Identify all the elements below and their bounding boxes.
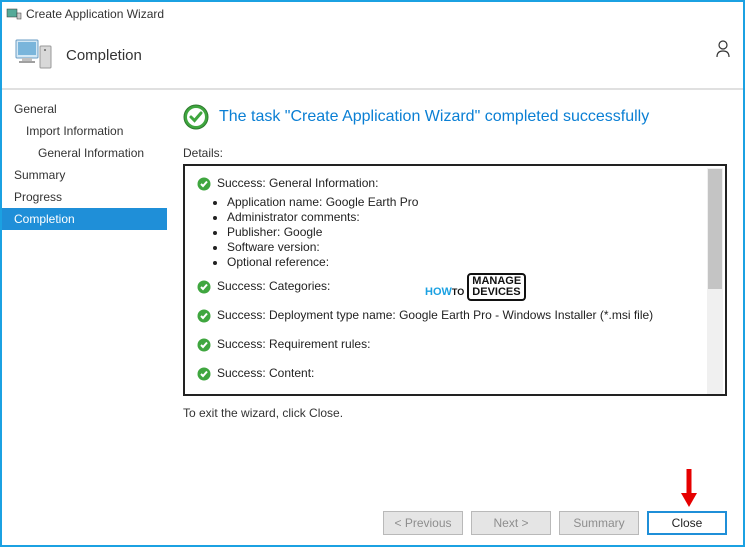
- list-item: Application name: Google Earth Pro: [227, 195, 713, 209]
- list-item: Administrator comments:: [227, 210, 713, 224]
- list-item: Software version:: [227, 240, 713, 254]
- next-button: Next >: [471, 511, 551, 535]
- footer-buttons: < Previous Next > Summary Close: [383, 511, 727, 535]
- computer-icon: [14, 36, 54, 74]
- success-requirements: Success: Requirement rules:: [197, 337, 713, 352]
- arrow-annotation-icon: [679, 467, 699, 507]
- titlebar: Create Application Wizard: [2, 2, 743, 26]
- sidebar-item-progress[interactable]: Progress: [2, 186, 167, 208]
- sidebar-item-general[interactable]: General: [2, 98, 167, 120]
- general-info-list: Application name: Google Earth Pro Admin…: [227, 195, 713, 269]
- summary-button: Summary: [559, 511, 639, 535]
- check-icon: [197, 280, 211, 294]
- close-button[interactable]: Close: [647, 511, 727, 535]
- watermark: HOWTO MANAGEDEVICES: [425, 273, 526, 301]
- check-icon: [197, 367, 211, 381]
- details-label: Details:: [183, 146, 727, 160]
- sidebar: General Import Information General Infor…: [2, 90, 167, 510]
- success-check-icon: [183, 104, 209, 130]
- details-box: HOWTO MANAGEDEVICES Success: General Inf…: [183, 164, 727, 396]
- success-deployment-label: Success: Deployment type name: Google Ea…: [217, 308, 653, 322]
- check-icon: [197, 309, 211, 323]
- success-content-label: Success: Content:: [217, 366, 314, 380]
- success-requirements-label: Success: Requirement rules:: [217, 337, 370, 351]
- list-item: Optional reference:: [227, 255, 713, 269]
- success-message: The task "Create Application Wizard" com…: [219, 108, 649, 126]
- sidebar-item-summary[interactable]: Summary: [2, 164, 167, 186]
- app-icon: [6, 6, 22, 22]
- check-icon: [197, 338, 211, 352]
- success-content: Success: Content:: [197, 366, 713, 381]
- success-banner: The task "Create Application Wizard" com…: [183, 104, 727, 130]
- success-categories-label: Success: Categories:: [217, 279, 330, 293]
- main-panel: The task "Create Application Wizard" com…: [167, 90, 743, 510]
- user-icon: [715, 40, 731, 58]
- previous-button: < Previous: [383, 511, 463, 535]
- success-general-label: Success: General Information:: [217, 176, 378, 190]
- sidebar-item-general-information[interactable]: General Information: [2, 142, 167, 164]
- scrollbar-thumb[interactable]: [708, 169, 722, 289]
- header: Completion: [2, 26, 743, 90]
- exit-hint: To exit the wizard, click Close.: [183, 406, 727, 420]
- success-general: Success: General Information:: [197, 176, 713, 191]
- success-deployment: Success: Deployment type name: Google Ea…: [197, 308, 713, 323]
- sidebar-item-import-information[interactable]: Import Information: [2, 120, 167, 142]
- check-icon: [197, 177, 211, 191]
- content: General Import Information General Infor…: [2, 90, 743, 510]
- list-item: Publisher: Google: [227, 225, 713, 239]
- scrollbar[interactable]: [707, 168, 723, 394]
- titlebar-title: Create Application Wizard: [26, 7, 164, 21]
- page-title: Completion: [66, 47, 142, 64]
- sidebar-item-completion[interactable]: Completion: [2, 208, 167, 230]
